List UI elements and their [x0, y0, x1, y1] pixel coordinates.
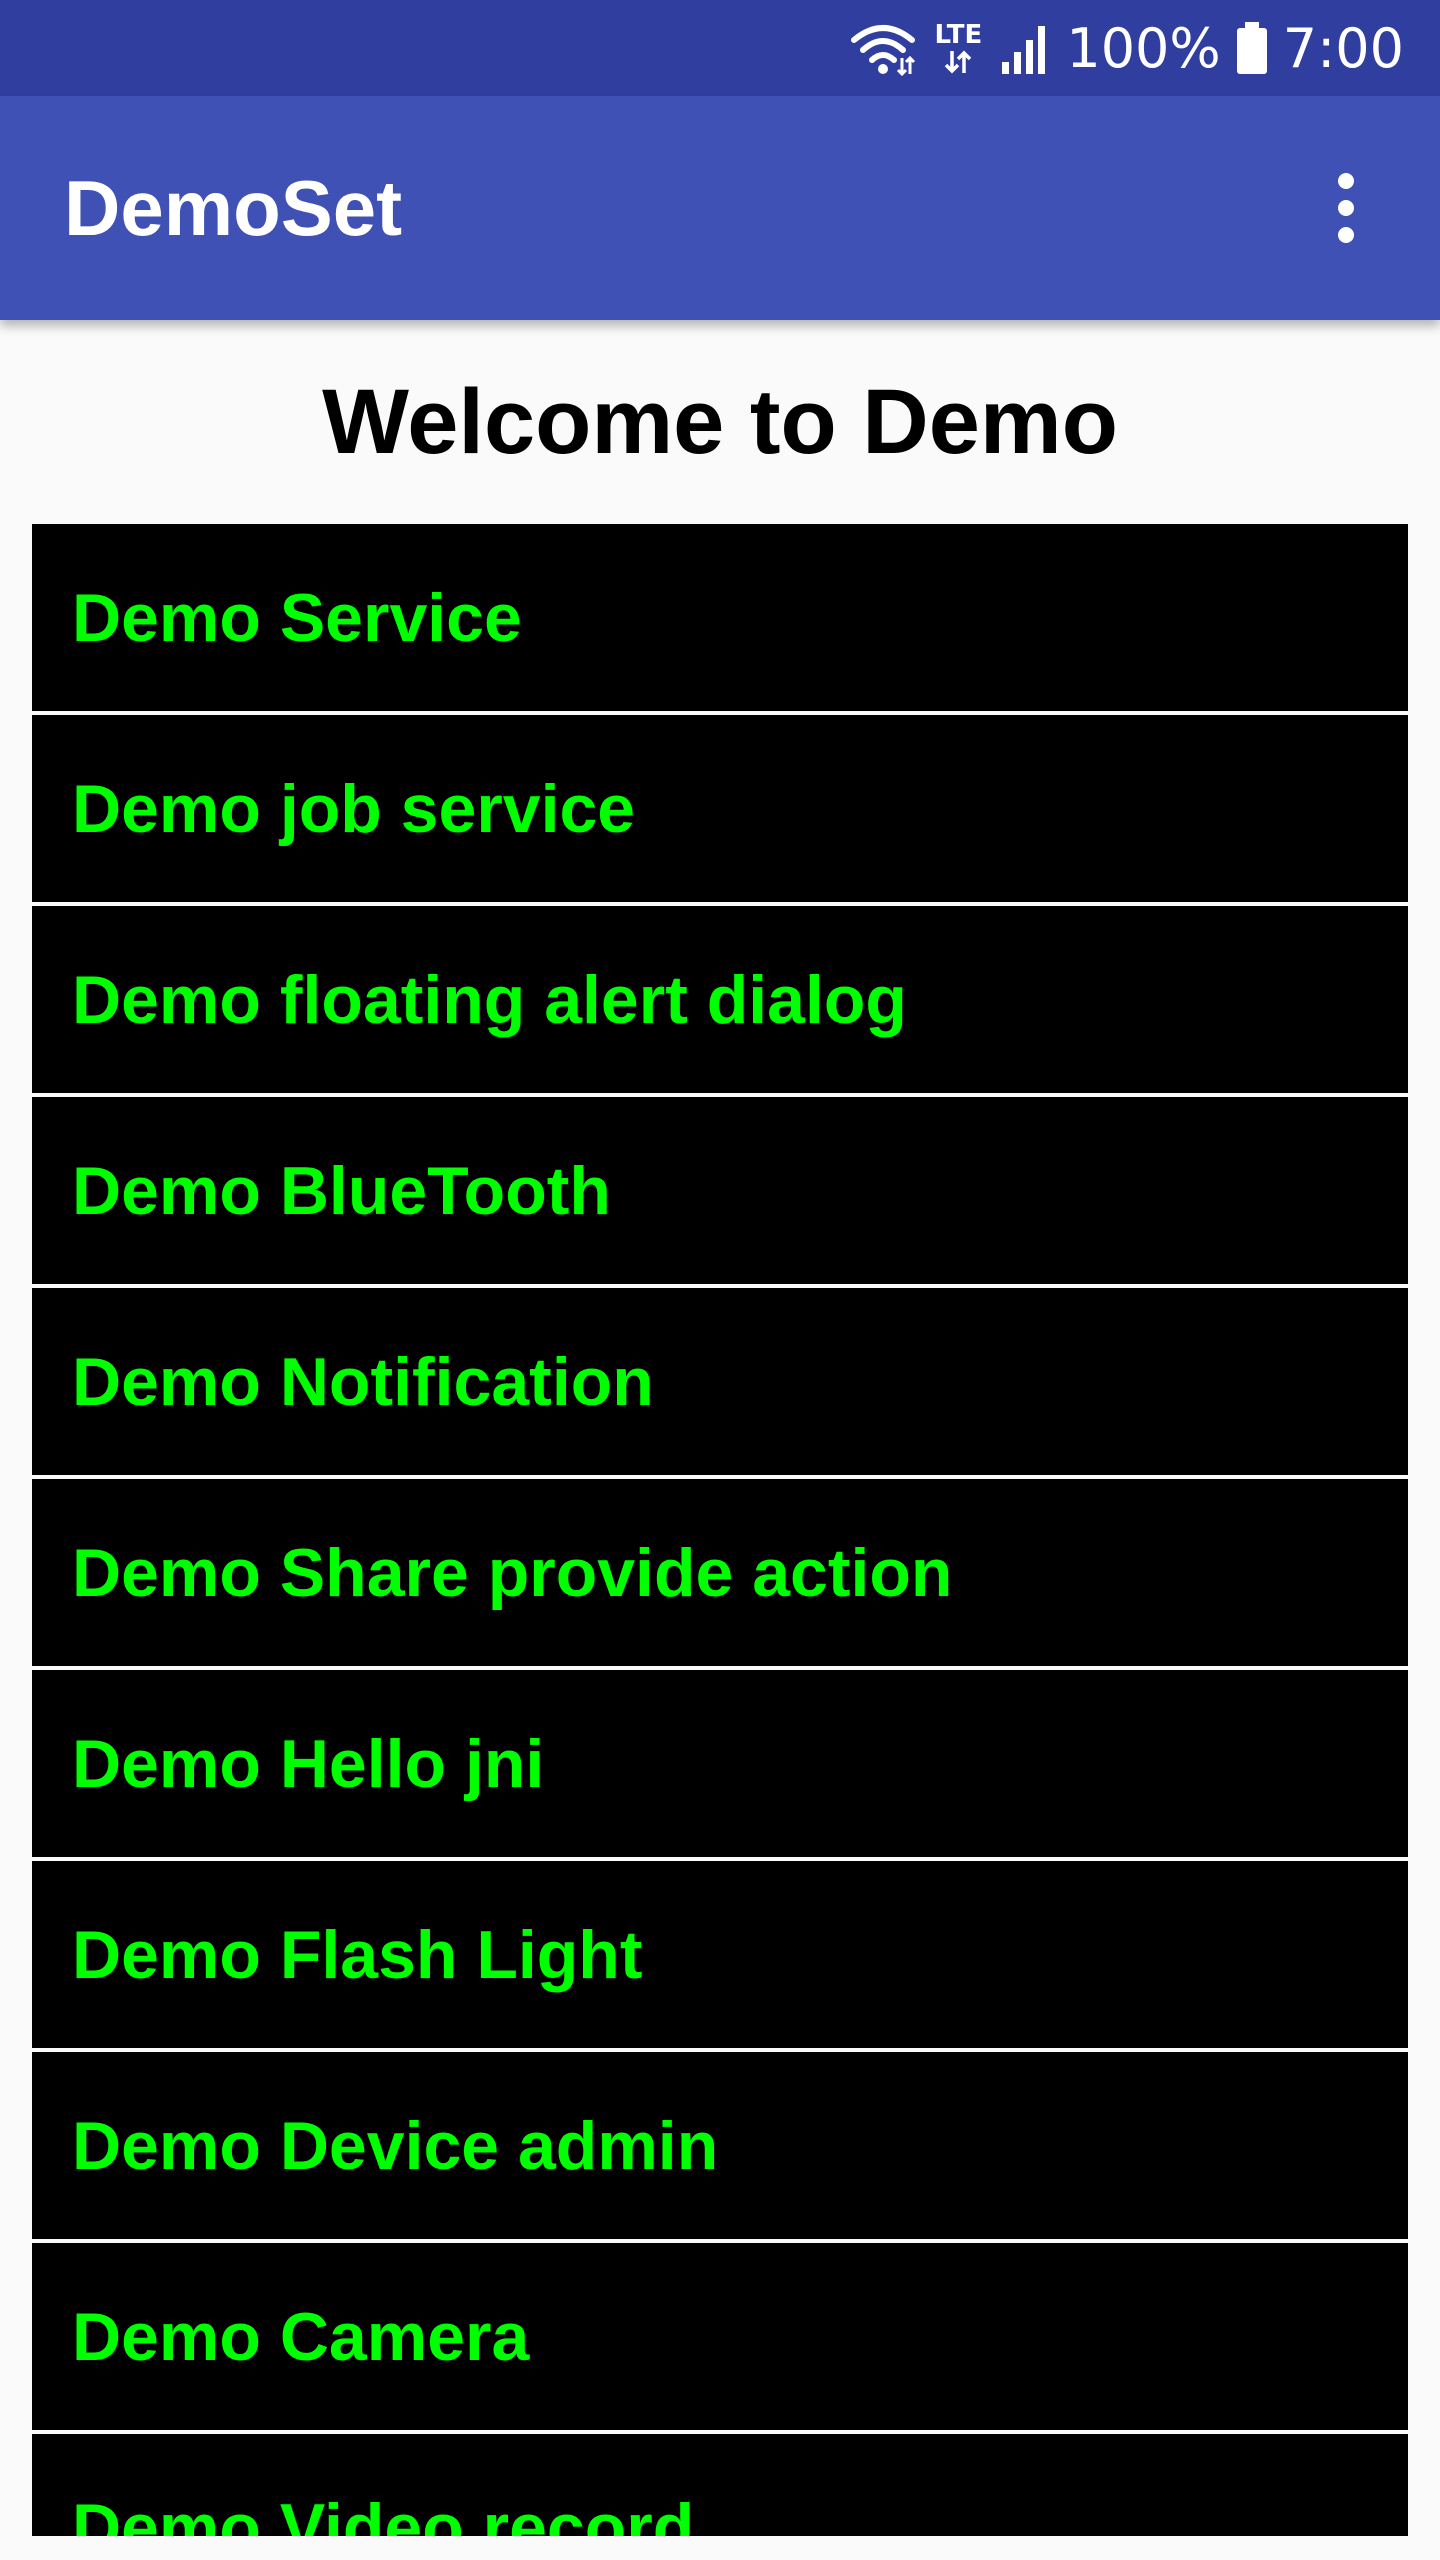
- demo-item-hello-jni[interactable]: Demo Hello jni: [32, 1670, 1408, 1857]
- overflow-dot: [1338, 227, 1354, 243]
- list-item-label: Demo Share provide action: [72, 1534, 953, 1611]
- demo-item-device-admin[interactable]: Demo Device admin: [32, 2052, 1408, 2239]
- demo-item-job-service[interactable]: Demo job service: [32, 715, 1408, 902]
- more-vert-icon[interactable]: [1306, 168, 1386, 248]
- clock-time: 7:00: [1282, 16, 1404, 80]
- battery-icon: [1235, 20, 1269, 76]
- overflow-dot: [1338, 200, 1354, 216]
- demo-item-bluetooth[interactable]: Demo BlueTooth: [32, 1097, 1408, 1284]
- lte-indicator: LTE: [930, 21, 986, 75]
- list-item-label: Demo job service: [72, 770, 636, 847]
- welcome-heading: Welcome to Demo: [322, 371, 1118, 473]
- data-arrows-icon: [945, 50, 972, 74]
- demo-item-notification[interactable]: Demo Notification: [32, 1288, 1408, 1475]
- signal-icon: [1000, 20, 1052, 76]
- list-item-label: Demo Device admin: [72, 2107, 719, 2184]
- list-item-label: Demo BlueTooth: [72, 1152, 611, 1229]
- demo-item-floating-alert-dialog[interactable]: Demo floating alert dialog: [32, 906, 1408, 1093]
- list-item-label: Demo Notification: [72, 1343, 654, 1420]
- wifi-icon: [850, 20, 916, 76]
- list-item-label: Demo Flash Light: [72, 1916, 643, 1993]
- demo-item-share-provide-action[interactable]: Demo Share provide action: [32, 1479, 1408, 1666]
- app-title: DemoSet: [64, 163, 403, 252]
- list-item-label: Demo Video record: [72, 2489, 695, 2537]
- overflow-dot: [1338, 173, 1354, 189]
- demo-item-camera[interactable]: Demo Camera: [32, 2243, 1408, 2430]
- battery-percent: 100%: [1066, 16, 1221, 80]
- demo-item-service[interactable]: Demo Service: [32, 524, 1408, 711]
- list-item-label: Demo Camera: [72, 2298, 530, 2375]
- app-bar: DemoSet: [0, 96, 1440, 320]
- main-content[interactable]: Welcome to Demo Demo Service Demo job se…: [0, 320, 1440, 2536]
- list-item-label: Demo Service: [72, 579, 522, 656]
- demo-item-flash-light[interactable]: Demo Flash Light: [32, 1861, 1408, 2048]
- lte-label: LTE: [934, 20, 983, 50]
- list-item-label: Demo Hello jni: [72, 1725, 545, 1802]
- demo-list[interactable]: Demo Service Demo job service Demo float…: [32, 524, 1408, 2536]
- demo-item-video-record[interactable]: Demo Video record: [32, 2434, 1408, 2536]
- list-item-label: Demo floating alert dialog: [72, 961, 907, 1038]
- status-bar: LTE 100% 7:00: [0, 0, 1440, 96]
